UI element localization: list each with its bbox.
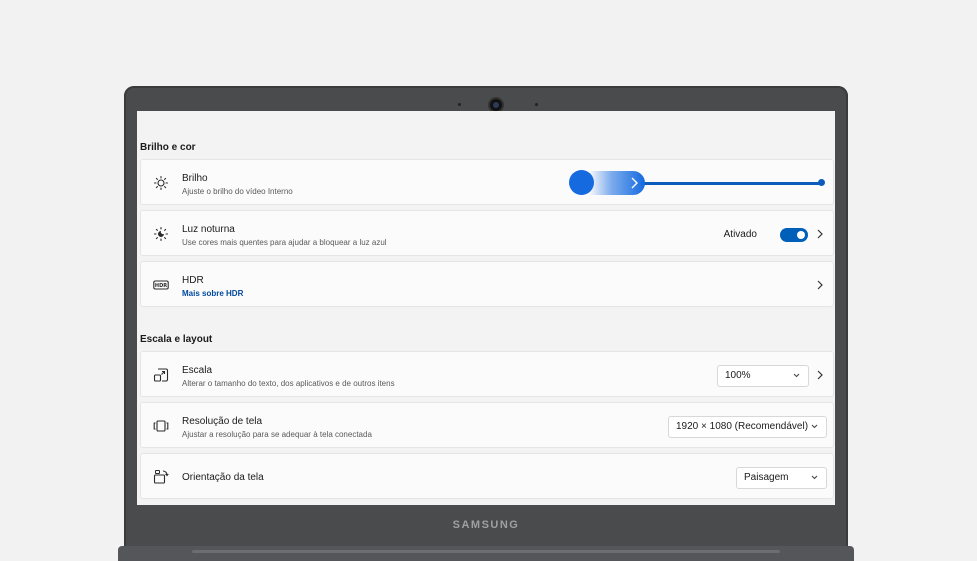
brand-logo: SAMSUNG [452,519,520,531]
sensor-right [535,103,538,106]
night-light-status: Ativado [723,229,757,240]
scale-icon [153,368,169,382]
resolution-dropdown[interactable]: 1920 × 1080 (Recomendável) [668,416,827,438]
base-notch [192,550,780,553]
scale-label: Escala [182,365,213,376]
chevron-right-icon[interactable] [814,227,826,241]
brightness-card: Brilho Ajuste o brilho do vídeo Interno [140,159,834,205]
laptop-base [118,546,854,561]
brightness-slider-thumb[interactable] [569,170,594,195]
chevron-down-icon [811,475,818,480]
brightness-label: Brilho [182,173,208,184]
night-light-label: Luz noturna [182,224,235,235]
section-title-scale: Escala e layout [140,334,213,345]
resolution-card[interactable]: Resolução de tela Ajustar a resolução pa… [140,402,834,448]
brightness-description: Ajuste o brilho do vídeo Interno [182,187,293,196]
brightness-slider-end [818,179,825,186]
webcam [490,99,502,111]
toggle-knob [797,231,805,239]
orientation-card[interactable]: Orientação da tela Paisagem [140,453,834,499]
hdr-card[interactable]: HDR HDR Mais sobre HDR [140,261,834,307]
hdr-icon: HDR [153,280,169,290]
orientation-label: Orientação da tela [182,472,264,483]
night-light-description: Use cores mais quentes para ajudar a blo… [182,238,387,247]
scale-dropdown[interactable]: 100% [717,365,809,387]
resolution-label: Resolução de tela [182,416,263,427]
chevron-down-icon [811,424,818,429]
chevron-right-icon [631,177,638,189]
hdr-label: HDR [182,275,204,286]
brightness-slider-track[interactable] [641,182,821,185]
swipe-hint [589,171,645,195]
orientation-value: Paisagem [744,472,789,483]
orientation-dropdown[interactable]: Paisagem [736,467,827,489]
night-light-card[interactable]: Luz noturna Use cores mais quentes para … [140,210,834,256]
chevron-right-icon[interactable] [814,368,826,382]
chevron-right-icon[interactable] [814,278,826,292]
night-light-icon [153,226,169,242]
resolution-icon [153,420,169,432]
sensor-left [458,103,461,106]
scale-card[interactable]: Escala Alterar o tamanho do texto, dos a… [140,351,834,397]
sun-icon [153,175,169,191]
chevron-down-icon [793,373,800,378]
orientation-icon [153,470,169,484]
svg-text:HDR: HDR [155,283,167,289]
bezel-top [136,91,836,111]
scale-description: Alterar o tamanho do texto, dos aplicati… [182,379,395,388]
night-light-toggle[interactable] [780,228,808,242]
hdr-more-link[interactable]: Mais sobre HDR [182,289,243,298]
settings-screen: Brilho e cor Brilho Ajuste o brilho do v… [137,111,835,505]
scale-value: 100% [725,370,751,381]
resolution-value: 1920 × 1080 (Recomendável) [676,421,809,432]
resolution-description: Ajustar a resolução para se adequar à te… [182,430,372,439]
section-title-brightness: Brilho e cor [140,142,196,153]
